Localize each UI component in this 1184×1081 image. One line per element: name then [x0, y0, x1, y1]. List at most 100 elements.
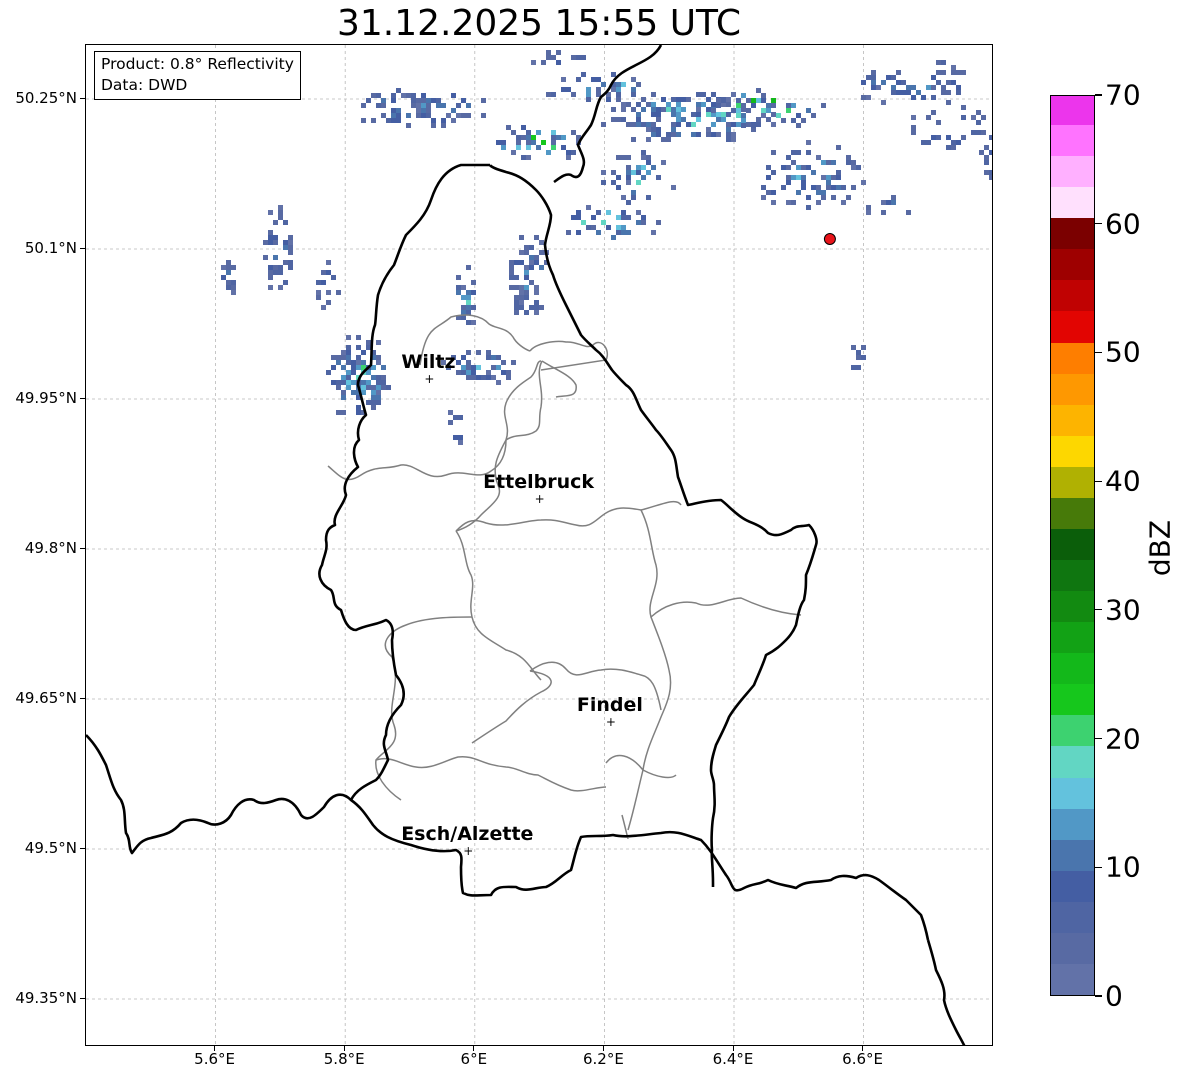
radar-echo-cell [956, 85, 961, 90]
radar-echo-cell [519, 305, 524, 310]
radar-echo-cell [536, 145, 541, 150]
radar-echo-cell [576, 77, 581, 82]
radar-echo-cell [636, 220, 641, 225]
radar-echo-cell [406, 123, 411, 128]
radar-echo-cell [651, 122, 656, 127]
longitude-label: 6.4°E [712, 1050, 754, 1068]
radar-echo-cell [536, 130, 541, 135]
radar-echo-cell [661, 97, 666, 102]
radar-echo-cell [356, 365, 361, 370]
radar-echo-cell [641, 165, 646, 170]
radar-echo-cell [436, 103, 441, 108]
radar-echo-cell [706, 112, 711, 117]
radar-map-svg[interactable]: + + + + [86, 45, 993, 1046]
radar-echo-cell [521, 155, 526, 160]
latitude-tick [80, 697, 85, 699]
radar-echo-cell [856, 365, 861, 370]
radar-echo-cell [631, 190, 636, 195]
radar-echo-cell [539, 240, 544, 245]
radar-echo-cell [456, 275, 461, 280]
radar-echo-cell [656, 175, 661, 180]
radar-echo-cell [466, 310, 471, 315]
radar-echo-cell [766, 108, 771, 113]
radar-echo-cell [396, 118, 401, 123]
radar-echo-cell [546, 50, 551, 55]
radar-echo-cell [531, 140, 536, 145]
radar-echo-cell [621, 215, 626, 220]
radar-echo-cell [681, 107, 686, 112]
radar-echo-cell [519, 250, 524, 255]
radar-echo-cell [936, 60, 941, 65]
radar-echo-cell [981, 115, 986, 120]
radar-echo-cell [921, 140, 926, 145]
radar-echo-cell [288, 250, 293, 255]
radar-echo-cell [531, 60, 536, 65]
radar-echo-cell [691, 122, 696, 127]
radar-echo-cell [989, 150, 992, 155]
radar-echo-cell [268, 265, 273, 270]
radar-echo-cell [901, 80, 906, 85]
radar-echo-cell [356, 355, 361, 360]
radar-echo-cell [816, 200, 821, 205]
canton-boundary [384, 616, 473, 658]
radar-echo-cell [341, 355, 346, 360]
radar-echo-cell [711, 92, 716, 97]
radar-echo-cell [461, 365, 466, 370]
latitude-tick [80, 547, 85, 549]
radar-echo-cell [451, 108, 456, 113]
radar-echo-cell [361, 380, 366, 385]
colorbar-segment [1051, 124, 1094, 157]
radar-echo-cell [636, 112, 641, 117]
radar-echo-cell [641, 107, 646, 112]
city-marker: + [535, 492, 545, 506]
radar-echo-cell [226, 280, 231, 285]
radar-echo-cell [651, 102, 656, 107]
radar-echo-cell [268, 210, 273, 215]
radar-echo-cell [646, 160, 651, 165]
radar-echo-cell [706, 97, 711, 102]
radar-echo-cell [371, 93, 376, 98]
radar-echo-cell [891, 90, 896, 95]
radar-echo-cell [466, 113, 471, 118]
radar-echo-cell [736, 113, 741, 118]
radar-echo-cell [636, 180, 641, 185]
colorbar-segment [1051, 435, 1094, 467]
radar-echo-cell [571, 130, 576, 135]
radar-echo-cell [941, 85, 946, 90]
radar-echo-cell [471, 280, 476, 285]
colorbar-segment [1051, 528, 1094, 561]
radar-echo-cell [984, 170, 989, 175]
colorbar-tick-label: 50 [1105, 335, 1141, 369]
radar-echo-cell [671, 127, 676, 132]
city-marker: + [463, 844, 473, 858]
radar-echo-cell [611, 170, 616, 175]
radar-echo-cell [524, 310, 529, 315]
radar-echo-cell [956, 140, 961, 145]
radar-echo-cell [526, 155, 531, 160]
radar-echo-cell [576, 55, 581, 60]
radar-echo-cell [796, 190, 801, 195]
radar-echo-cell [771, 200, 776, 205]
radar-echo-cell [761, 98, 766, 103]
radar-echo-cell [636, 117, 641, 122]
radar-site-marker[interactable] [823, 233, 836, 245]
radar-echo-cell [621, 82, 626, 87]
radar-echo-cell [616, 225, 621, 230]
radar-echo-cell [626, 215, 631, 220]
radar-echo-cell [341, 390, 346, 395]
radar-echo-cell [501, 370, 506, 375]
radar-echo-cell [514, 285, 519, 290]
radar-echo-cell [886, 200, 891, 205]
radar-echo-cell [516, 145, 521, 150]
radar-echo-cell [781, 165, 786, 170]
radar-echo-cell [836, 185, 841, 190]
radar-echo-cell [426, 98, 431, 103]
radar-echo-cell [461, 113, 466, 118]
radar-echo-cell [876, 85, 881, 90]
radar-echo-cell [711, 102, 716, 107]
radar-echo-cell [476, 350, 481, 355]
radar-echo-cell [786, 155, 791, 160]
colorbar-segment [1051, 155, 1094, 188]
radar-echo-cell [331, 355, 336, 360]
map-panel[interactable]: + + + + [85, 44, 993, 1046]
